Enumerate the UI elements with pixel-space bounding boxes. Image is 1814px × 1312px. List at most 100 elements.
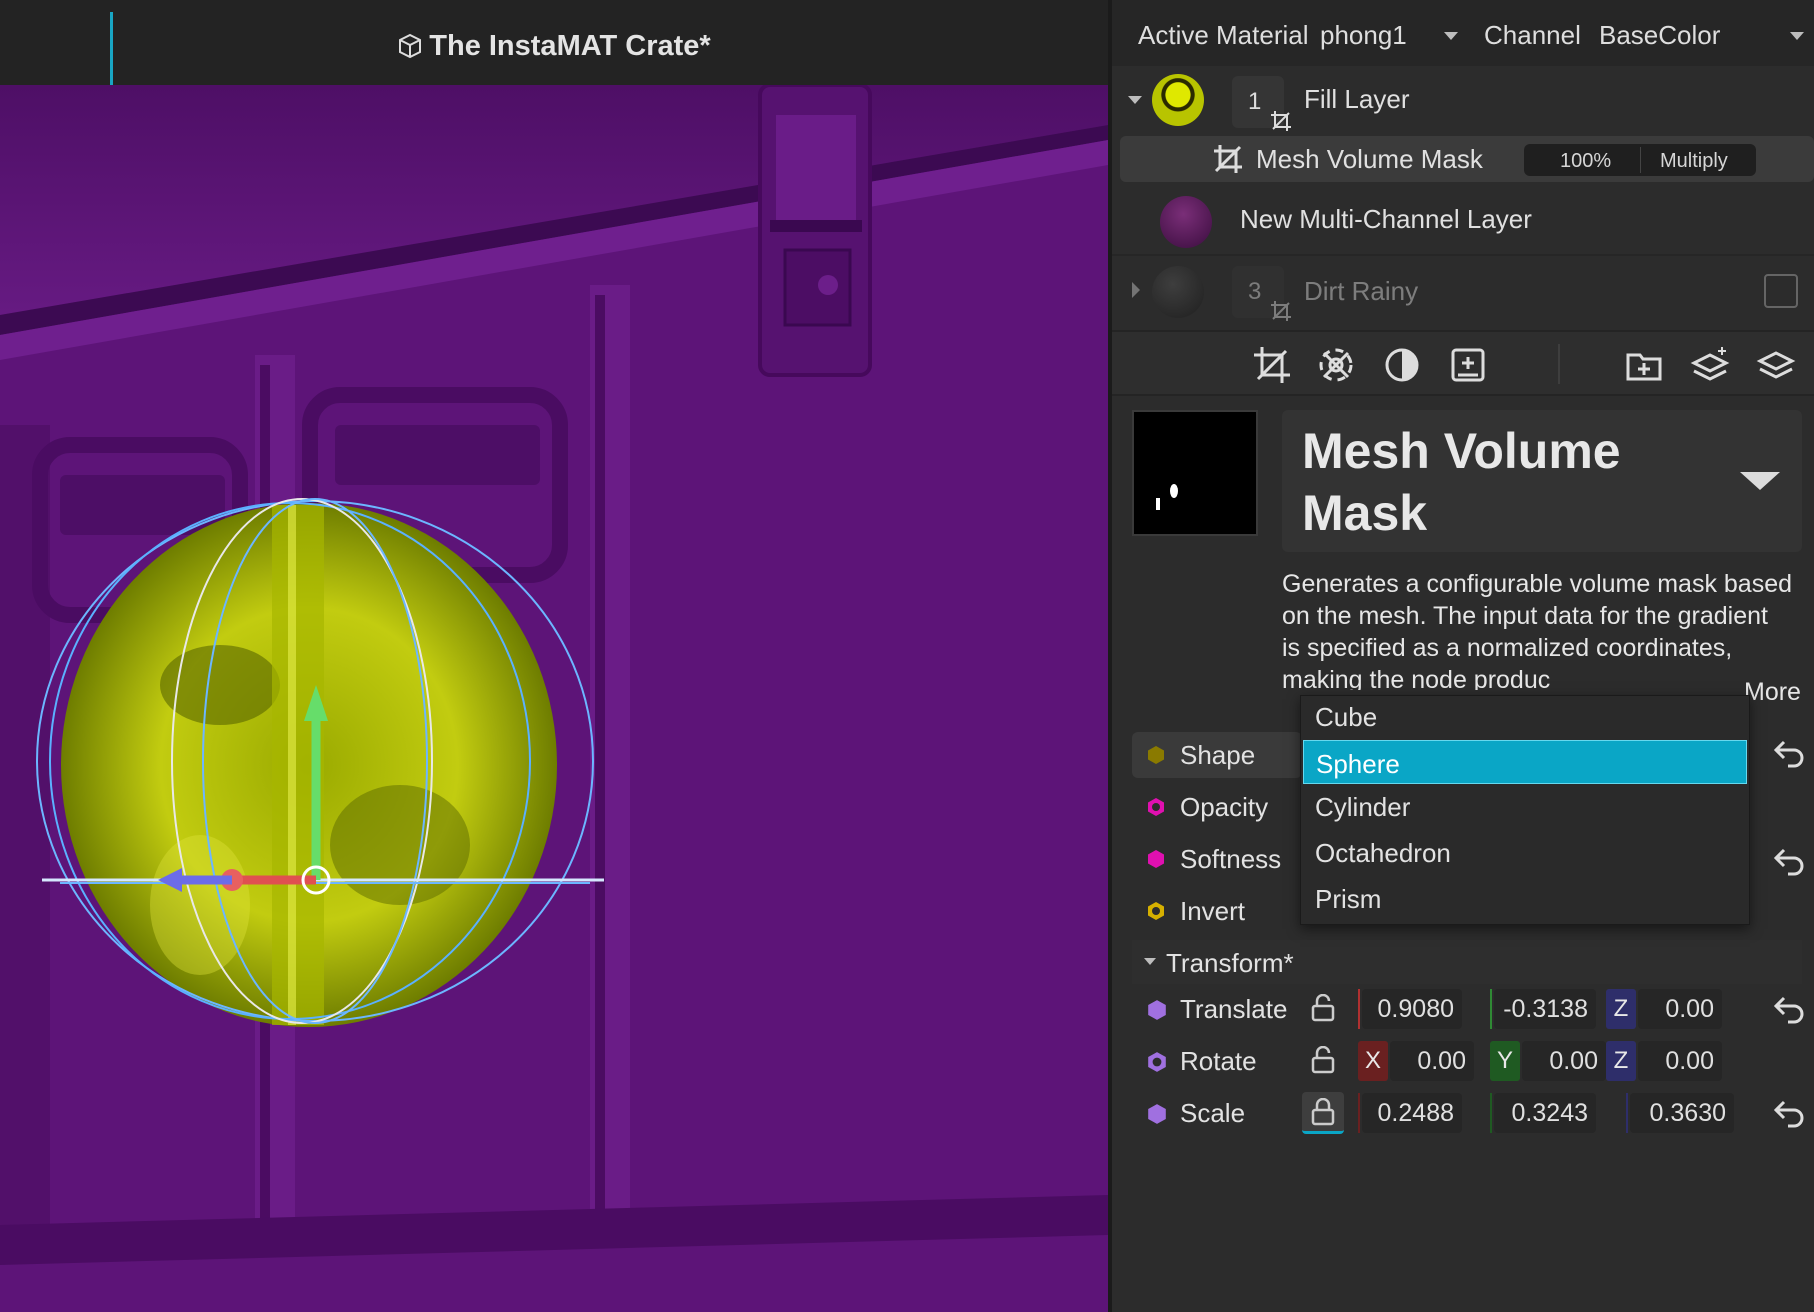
- layer-row-dirt-rainy[interactable]: 3 Dirt Rainy: [1112, 258, 1814, 328]
- layer-toolbar: [1112, 330, 1814, 396]
- mask-blend-control[interactable]: 100% Multiply: [1524, 144, 1756, 176]
- generator-icon[interactable]: [1316, 345, 1356, 385]
- scale-x-field[interactable]: 0.2488: [1362, 1093, 1462, 1133]
- lock-icon: [1311, 1098, 1335, 1126]
- y-axis-label: Y: [1490, 1041, 1520, 1081]
- opacity-label: Opacity: [1180, 792, 1269, 822]
- shape-option-sphere[interactable]: Sphere: [1303, 740, 1747, 784]
- translate-label: Translate: [1180, 994, 1288, 1024]
- hexagon-icon: [1148, 850, 1164, 868]
- hexagon-icon: [1148, 746, 1164, 764]
- rotate-z-field[interactable]: 0.00: [1638, 1041, 1722, 1081]
- add-mask-icon[interactable]: [1252, 345, 1292, 385]
- active-material-dropdown[interactable]: phong1: [1320, 20, 1407, 51]
- inspector-title-box[interactable]: Mesh Volume Mask: [1282, 410, 1802, 552]
- crate-scene[interactable]: [0, 85, 1108, 1312]
- transform-section-header[interactable]: Transform*: [1132, 940, 1802, 984]
- hexagon-icon: [1148, 1052, 1166, 1072]
- scale-z-field[interactable]: 0.3630: [1630, 1093, 1734, 1133]
- z-axis-label: Z: [1606, 1041, 1636, 1081]
- translate-x-field[interactable]: 0.9080: [1362, 989, 1462, 1029]
- hexagon-icon: [1148, 798, 1164, 816]
- fill-layer-thumbnail: [1152, 74, 1204, 126]
- z-axis-label: Z: [1606, 989, 1636, 1029]
- inspector-title: Mesh Volume Mask: [1302, 423, 1621, 541]
- translate-row: Translate 0.9080 -0.3138 Z 0.00: [1132, 986, 1804, 1032]
- shape-label: Shape: [1180, 740, 1256, 770]
- multi-channel-layer-name: New Multi-Channel Layer: [1240, 204, 1532, 234]
- layer-row-fill[interactable]: 1 Fill Layer: [1112, 68, 1814, 136]
- rotate-row: Rotate X 0.00 Y 0.00 Z 0.00: [1132, 1038, 1802, 1084]
- mask-preview-thumbnail: [1132, 410, 1258, 536]
- rotate-x-field[interactable]: 0.00: [1390, 1041, 1474, 1081]
- dirt-layer-name: Dirt Rainy: [1304, 276, 1419, 306]
- property-invert[interactable]: Invert: [1132, 888, 1302, 934]
- mask-layer-name: Mesh Volume Mask: [1256, 144, 1483, 174]
- scale-row: Scale 0.2488 0.3243 0.3630: [1132, 1090, 1804, 1136]
- viewport-titlebar: The InstaMAT Crate*: [0, 0, 1108, 85]
- material-header: Active Material phong1 Channel BaseColor: [1112, 0, 1814, 66]
- channel-dropdown[interactable]: BaseColor: [1599, 20, 1720, 51]
- crate-icon: [399, 33, 422, 59]
- scene-title: The InstaMAT Crate*: [0, 30, 1108, 63]
- layer-row-mesh-volume-mask[interactable]: Mesh Volume Mask 100% Multiply: [1120, 136, 1814, 182]
- property-opacity[interactable]: Opacity: [1132, 784, 1302, 830]
- inspector-description: Generates a configurable volume mask bas…: [1282, 570, 1792, 690]
- shape-dropdown-menu: Cube Sphere Cylinder Octahedron Prism: [1300, 695, 1750, 925]
- layer-visibility-checkbox[interactable]: [1764, 274, 1798, 308]
- hexagon-icon: [1148, 1000, 1166, 1020]
- reset-icon[interactable]: [1772, 1098, 1806, 1128]
- translate-z-field[interactable]: 0.00: [1638, 989, 1722, 1029]
- mask-opacity-value[interactable]: 100%: [1560, 150, 1611, 173]
- chevron-down-icon[interactable]: [1790, 32, 1804, 40]
- layer-row-multi-channel[interactable]: New Multi-Channel Layer: [1112, 190, 1814, 256]
- scale-label: Scale: [1180, 1098, 1246, 1128]
- invert-label: Invert: [1180, 896, 1246, 926]
- crop-icon: [1271, 301, 1291, 321]
- shape-option-octahedron[interactable]: Octahedron: [1315, 838, 1451, 869]
- active-material-label: Active Material: [1138, 20, 1309, 50]
- image-import-icon[interactable]: [1448, 345, 1488, 385]
- crop-icon: [1214, 145, 1242, 173]
- lock-open-icon[interactable]: [1310, 1046, 1336, 1074]
- expand-right-icon[interactable]: [1132, 282, 1140, 298]
- expand-icon[interactable]: [1128, 96, 1142, 104]
- shape-option-cylinder[interactable]: Cylinder: [1315, 792, 1410, 823]
- mask-blend-mode[interactable]: Multiply: [1660, 150, 1728, 173]
- reset-icon[interactable]: [1772, 846, 1806, 876]
- rotate-y-field[interactable]: 0.00: [1522, 1041, 1606, 1081]
- rotate-label: Rotate: [1180, 1046, 1257, 1076]
- layer-panel: Active Material phong1 Channel BaseColor…: [1108, 0, 1814, 1312]
- expand-icon[interactable]: [1144, 958, 1156, 965]
- x-axis-label: X: [1358, 1041, 1388, 1081]
- reset-icon[interactable]: [1772, 738, 1806, 768]
- translate-y-field[interactable]: -0.3138: [1494, 989, 1596, 1029]
- layer-number: 1: [1248, 88, 1262, 115]
- contrast-icon[interactable]: [1382, 345, 1422, 385]
- scale-lock-toggle[interactable]: [1302, 1092, 1344, 1134]
- property-softness[interactable]: Softness: [1132, 836, 1302, 882]
- add-layer-icon[interactable]: [1690, 345, 1730, 385]
- shape-option-cube[interactable]: Cube: [1315, 702, 1377, 733]
- softness-label: Softness: [1180, 844, 1282, 874]
- scene-title-text: The InstaMAT Crate*: [429, 30, 711, 62]
- property-shape[interactable]: Shape: [1132, 732, 1302, 778]
- transform-label: Transform*: [1166, 948, 1294, 978]
- 3d-viewport[interactable]: The InstaMAT Crate*: [0, 0, 1108, 1312]
- hexagon-icon: [1148, 1104, 1166, 1124]
- reset-icon[interactable]: [1772, 994, 1806, 1024]
- chevron-down-icon[interactable]: [1740, 472, 1780, 490]
- add-folder-icon[interactable]: [1624, 345, 1664, 385]
- hexagon-icon: [1148, 902, 1164, 920]
- crop-icon: [1271, 111, 1291, 131]
- shape-option-prism[interactable]: Prism: [1315, 884, 1381, 915]
- layer-number: 3: [1248, 278, 1262, 305]
- chevron-down-icon[interactable]: [1444, 32, 1458, 40]
- scale-y-field[interactable]: 0.3243: [1494, 1093, 1596, 1133]
- lock-open-icon[interactable]: [1310, 994, 1336, 1022]
- dirt-layer-thumbnail: [1152, 266, 1204, 318]
- layer-stack-icon[interactable]: [1756, 345, 1796, 385]
- multi-channel-thumbnail: [1160, 196, 1212, 248]
- fill-layer-name: Fill Layer: [1304, 84, 1410, 114]
- channel-label: Channel: [1484, 20, 1581, 50]
